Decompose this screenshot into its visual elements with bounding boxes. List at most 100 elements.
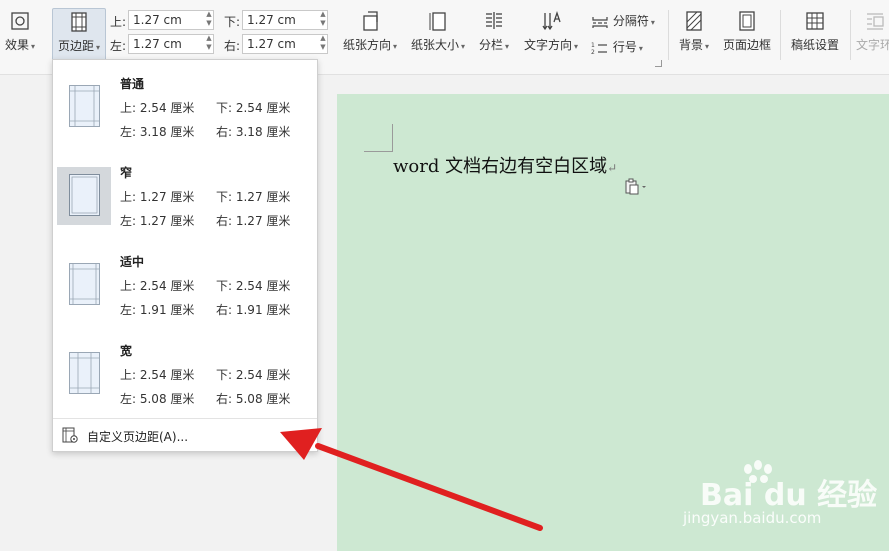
preset-left-value: 左: 5.08 厘米 xyxy=(120,392,195,406)
orientation-icon xyxy=(363,11,378,31)
top-margin-input[interactable]: 1.27 cm xyxy=(128,10,214,30)
preset-right-value: 右: 1.91 厘米 xyxy=(216,303,291,317)
text-wrap-icon xyxy=(867,13,884,30)
paper-size-icon xyxy=(429,12,446,31)
columns-label: 分栏 xyxy=(478,38,503,52)
left-margin-label: 左: xyxy=(110,39,127,53)
preset-top-value: 上: 2.54 厘米 xyxy=(120,101,195,115)
page-margins-icon xyxy=(71,12,87,32)
right-margin-label: 右: xyxy=(224,39,241,53)
preset-name: 普通 xyxy=(120,77,145,91)
preset-thumbnail xyxy=(57,345,111,403)
preset-name: 窄 xyxy=(120,166,133,180)
dialog-launcher-icon[interactable] xyxy=(655,60,662,67)
page-preview-icon xyxy=(69,352,100,394)
preset-bottom-value: 下: 1.27 厘米 xyxy=(216,190,291,204)
paragraph-mark-icon: ↵ xyxy=(607,161,618,175)
caret-icon: ▾ xyxy=(96,43,101,52)
divider xyxy=(850,10,851,60)
preset-right-value: 右: 5.08 厘米 xyxy=(216,392,291,406)
paste-options-icon[interactable] xyxy=(624,178,648,196)
top-margin-field[interactable]: 上: 1.27 cm ▲ ▼ xyxy=(110,10,220,30)
page-preview-icon xyxy=(69,263,100,305)
spinner-icon[interactable]: ▲ ▼ xyxy=(205,34,213,52)
orientation-button[interactable]: 纸张方向 ▾ xyxy=(340,8,400,62)
caret-icon: ▾ xyxy=(574,42,579,51)
preset-normal[interactable]: 普通 上: 2.54 厘米 下: 2.54 厘米 左: 3.18 厘米 右: 3… xyxy=(53,62,317,150)
caret-icon: ▾ xyxy=(505,42,510,51)
preset-thumbnail xyxy=(57,256,111,314)
preset-top-value: 上: 1.27 厘米 xyxy=(120,190,195,204)
breaks-label: 分隔符 xyxy=(612,14,649,28)
watermark-brand: Bai du 经验 xyxy=(700,478,878,513)
text-direction-icon xyxy=(542,10,561,31)
caret-icon: ▾ xyxy=(638,44,643,53)
manuscript-settings-button[interactable]: 稿纸设置 xyxy=(788,8,842,62)
effects-icon xyxy=(11,12,29,30)
right-margin-field[interactable]: 右: 1.27 cm ▲ ▼ xyxy=(224,34,334,54)
divider xyxy=(668,10,669,60)
manuscript-grid-icon xyxy=(806,12,824,30)
text-wrap-button[interactable]: 文字环 xyxy=(856,8,889,62)
left-margin-field[interactable]: 左: 1.27 cm ▲ ▼ xyxy=(110,34,220,54)
bottom-margin-label: 下: xyxy=(224,15,241,29)
page-border-icon xyxy=(739,11,755,31)
orientation-label: 纸张方向 xyxy=(342,38,391,52)
crop-mark xyxy=(364,151,392,152)
background-label: 背景 xyxy=(678,38,703,52)
spinner-icon[interactable]: ▲ ▼ xyxy=(319,34,327,52)
preset-thumbnail-selected xyxy=(57,167,111,225)
caret-icon: ▾ xyxy=(393,42,398,51)
page-preview-icon xyxy=(69,174,100,216)
preset-left-value: 左: 1.27 厘米 xyxy=(120,214,195,228)
preset-right-value: 右: 3.18 厘米 xyxy=(216,125,291,139)
margins-label: 页边距 xyxy=(57,39,94,53)
svg-text:1: 1 xyxy=(591,42,595,49)
top-margin-label: 上: xyxy=(110,15,127,29)
preset-bottom-value: 下: 2.54 厘米 xyxy=(216,368,291,382)
document-text[interactable]: word 文档右边有空白区域↵ xyxy=(393,152,617,178)
preset-right-value: 右: 1.27 厘米 xyxy=(216,214,291,228)
bottom-margin-field[interactable]: 下: 1.27 cm ▲ ▼ xyxy=(224,10,334,30)
left-margin-input[interactable]: 1.27 cm xyxy=(128,34,214,54)
preset-left-value: 左: 1.91 厘米 xyxy=(120,303,195,317)
margins-button[interactable]: 页边距 ▾ xyxy=(52,8,106,64)
caret-icon: ▾ xyxy=(461,42,466,51)
line-numbers-label: 行号 xyxy=(612,40,637,54)
page-preview-icon xyxy=(69,85,100,127)
custom-margins-label: 自定义页边距(A)... xyxy=(87,430,189,444)
caret-icon: ▾ xyxy=(705,42,710,51)
divider xyxy=(780,10,781,60)
page-border-label: 页面边框 xyxy=(722,38,771,52)
caret-icon: ▾ xyxy=(31,42,36,51)
watermark-url: jingyan.baidu.com xyxy=(683,509,822,527)
paper-size-label: 纸张大小 xyxy=(410,38,459,52)
breaks-icon xyxy=(592,16,608,28)
breaks-button[interactable]: 分隔符 ▾ xyxy=(591,12,655,29)
bottom-margin-input[interactable]: 1.27 cm xyxy=(242,10,328,30)
line-numbers-button[interactable]: 12 行号 ▾ xyxy=(591,38,643,56)
effects-button[interactable]: 效果 ▾ xyxy=(0,8,40,62)
preset-narrow[interactable]: 窄 上: 1.27 厘米 下: 1.27 厘米 左: 1.27 厘米 右: 1.… xyxy=(53,151,317,239)
preset-name: 适中 xyxy=(120,255,145,269)
text-direction-label: 文字方向 xyxy=(523,38,572,52)
custom-margins-item[interactable]: 自定义页边距(A)... xyxy=(53,418,317,451)
spinner-icon[interactable]: ▲ ▼ xyxy=(319,10,327,28)
page-border-button[interactable]: 页面边框 xyxy=(720,8,774,62)
background-button[interactable]: 背景 ▾ xyxy=(674,8,714,62)
columns-button[interactable]: 分栏 ▾ xyxy=(474,8,514,62)
manuscript-settings-label: 稿纸设置 xyxy=(790,38,839,52)
crop-mark xyxy=(392,124,407,152)
preset-bottom-value: 下: 2.54 厘米 xyxy=(216,279,291,293)
document-body-text: word 文档右边有空白区域 xyxy=(393,156,608,177)
preset-moderate[interactable]: 适中 上: 2.54 厘米 下: 2.54 厘米 左: 1.91 厘米 右: 1… xyxy=(53,240,317,328)
right-margin-input[interactable]: 1.27 cm xyxy=(242,34,328,54)
spinner-icon[interactable]: ▲ ▼ xyxy=(205,10,213,28)
paper-size-button[interactable]: 纸张大小 ▾ xyxy=(408,8,468,62)
preset-thumbnail xyxy=(57,78,111,136)
preset-top-value: 上: 2.54 厘米 xyxy=(120,279,195,293)
text-direction-button[interactable]: 文字方向 ▾ xyxy=(520,8,582,62)
preset-name: 宽 xyxy=(120,344,133,358)
text-wrap-label: 文字环 xyxy=(856,38,889,52)
preset-wide[interactable]: 宽 上: 2.54 厘米 下: 2.54 厘米 左: 5.08 厘米 右: 5.… xyxy=(53,329,317,417)
